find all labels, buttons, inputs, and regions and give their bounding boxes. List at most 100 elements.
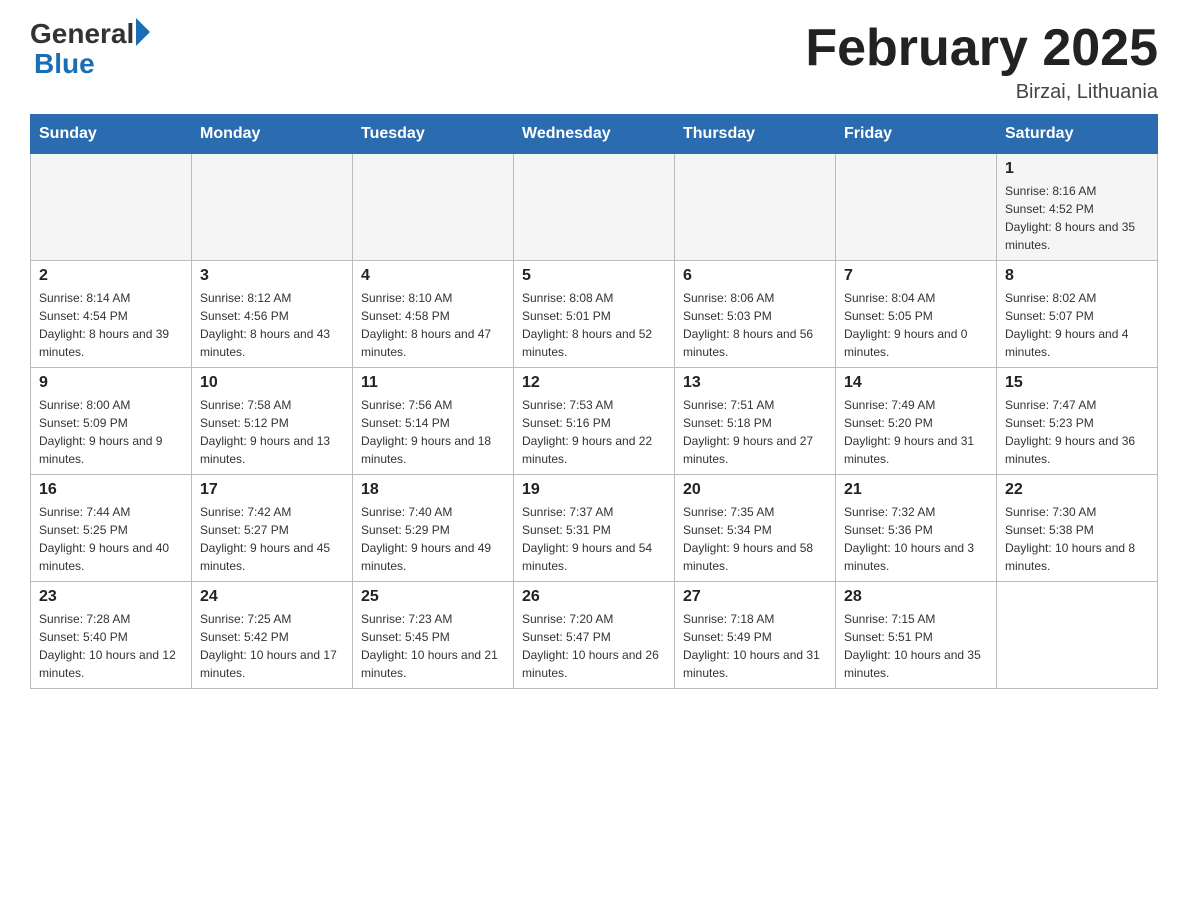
- day-info: Sunrise: 7:15 AMSunset: 5:51 PMDaylight:…: [844, 610, 988, 682]
- day-number: 14: [844, 374, 988, 392]
- day-info: Sunrise: 8:10 AMSunset: 4:58 PMDaylight:…: [361, 289, 505, 361]
- calendar-cell: 23 Sunrise: 7:28 AMSunset: 5:40 PMDayligh…: [31, 582, 192, 689]
- calendar-cell: 17 Sunrise: 7:42 AMSunset: 5:27 PMDayligh…: [192, 475, 353, 582]
- calendar-cell: [997, 582, 1158, 689]
- weekday-header-wednesday: Wednesday: [514, 115, 675, 154]
- logo-text: General: [30, 20, 150, 48]
- day-info: Sunrise: 8:06 AMSunset: 5:03 PMDaylight:…: [683, 289, 827, 361]
- day-info: Sunrise: 7:53 AMSunset: 5:16 PMDaylight:…: [522, 396, 666, 468]
- day-number: 25: [361, 588, 505, 606]
- day-info: Sunrise: 7:47 AMSunset: 5:23 PMDaylight:…: [1005, 396, 1149, 468]
- day-number: 24: [200, 588, 344, 606]
- week-row-3: 9 Sunrise: 8:00 AMSunset: 5:09 PMDaylight…: [31, 368, 1158, 475]
- calendar-cell: 12 Sunrise: 7:53 AMSunset: 5:16 PMDayligh…: [514, 368, 675, 475]
- logo-line2: Blue: [30, 48, 95, 80]
- month-title: February 2025: [805, 20, 1158, 77]
- day-number: 18: [361, 481, 505, 499]
- calendar-cell: 21Sunrise: 7:32 AMSunset: 5:36 PMDayligh…: [836, 475, 997, 582]
- calendar-cell: 7 Sunrise: 8:04 AMSunset: 5:05 PMDaylight…: [836, 261, 997, 368]
- logo: General Blue: [30, 20, 150, 80]
- day-number: 9: [39, 374, 183, 392]
- day-number: 2: [39, 267, 183, 285]
- day-info: Sunrise: 7:23 AMSunset: 5:45 PMDaylight:…: [361, 610, 505, 682]
- calendar-cell: 22 Sunrise: 7:30 AMSunset: 5:38 PMDayligh…: [997, 475, 1158, 582]
- calendar-cell: 3 Sunrise: 8:12 AMSunset: 4:56 PMDaylight…: [192, 261, 353, 368]
- week-row-2: 2Sunrise: 8:14 AMSunset: 4:54 PMDaylight…: [31, 261, 1158, 368]
- calendar-cell: [353, 154, 514, 261]
- calendar-cell: [675, 154, 836, 261]
- day-info: Sunrise: 8:08 AMSunset: 5:01 PMDaylight:…: [522, 289, 666, 361]
- calendar-table: SundayMondayTuesdayWednesdayThursdayFrid…: [30, 114, 1158, 689]
- day-info: Sunrise: 7:32 AMSunset: 5:36 PMDaylight:…: [844, 503, 988, 575]
- calendar-cell: [836, 154, 997, 261]
- calendar-cell: 13 Sunrise: 7:51 AMSunset: 5:18 PMDayligh…: [675, 368, 836, 475]
- day-number: 3: [200, 267, 344, 285]
- day-number: 8: [1005, 267, 1149, 285]
- day-number: 28: [844, 588, 988, 606]
- day-info: Sunrise: 7:58 AMSunset: 5:12 PMDaylight:…: [200, 396, 344, 468]
- calendar-cell: 24 Sunrise: 7:25 AMSunset: 5:42 PMDayligh…: [192, 582, 353, 689]
- calendar-cell: 8 Sunrise: 8:02 AMSunset: 5:07 PMDaylight…: [997, 261, 1158, 368]
- day-info: Sunrise: 7:20 AMSunset: 5:47 PMDaylight:…: [522, 610, 666, 682]
- day-number: 20: [683, 481, 827, 499]
- calendar-cell: [192, 154, 353, 261]
- calendar-cell: 16 Sunrise: 7:44 AMSunset: 5:25 PMDayligh…: [31, 475, 192, 582]
- day-number: 7: [844, 267, 988, 285]
- day-info: Sunrise: 7:42 AMSunset: 5:27 PMDaylight:…: [200, 503, 344, 575]
- day-info: Sunrise: 7:56 AMSunset: 5:14 PMDaylight:…: [361, 396, 505, 468]
- calendar-cell: 9 Sunrise: 8:00 AMSunset: 5:09 PMDaylight…: [31, 368, 192, 475]
- calendar-cell: 15Sunrise: 7:47 AMSunset: 5:23 PMDayligh…: [997, 368, 1158, 475]
- day-info: Sunrise: 7:40 AMSunset: 5:29 PMDaylight:…: [361, 503, 505, 575]
- calendar-cell: 11Sunrise: 7:56 AMSunset: 5:14 PMDayligh…: [353, 368, 514, 475]
- calendar-cell: 6Sunrise: 8:06 AMSunset: 5:03 PMDaylight…: [675, 261, 836, 368]
- day-info: Sunrise: 8:04 AMSunset: 5:05 PMDaylight:…: [844, 289, 988, 361]
- day-number: 13: [683, 374, 827, 392]
- day-number: 16: [39, 481, 183, 499]
- day-number: 27: [683, 588, 827, 606]
- day-info: Sunrise: 7:44 AMSunset: 5:25 PMDaylight:…: [39, 503, 183, 575]
- day-info: Sunrise: 8:02 AMSunset: 5:07 PMDaylight:…: [1005, 289, 1149, 361]
- calendar-cell: [514, 154, 675, 261]
- day-info: Sunrise: 7:28 AMSunset: 5:40 PMDaylight:…: [39, 610, 183, 682]
- calendar-cell: 28 Sunrise: 7:15 AMSunset: 5:51 PMDayligh…: [836, 582, 997, 689]
- page-header: General Blue February 2025 Birzai, Lithu…: [30, 20, 1158, 104]
- day-info: Sunrise: 7:30 AMSunset: 5:38 PMDaylight:…: [1005, 503, 1149, 575]
- day-number: 1: [1005, 160, 1149, 178]
- day-info: Sunrise: 7:18 AMSunset: 5:49 PMDaylight:…: [683, 610, 827, 682]
- calendar-cell: 14 Sunrise: 7:49 AMSunset: 5:20 PMDayligh…: [836, 368, 997, 475]
- calendar-cell: 20 Sunrise: 7:35 AMSunset: 5:34 PMDayligh…: [675, 475, 836, 582]
- calendar-cell: 25 Sunrise: 7:23 AMSunset: 5:45 PMDayligh…: [353, 582, 514, 689]
- logo-general: General: [30, 20, 134, 48]
- location: Birzai, Lithuania: [805, 81, 1158, 104]
- week-row-1: 1Sunrise: 8:16 AMSunset: 4:52 PMDaylight…: [31, 154, 1158, 261]
- day-number: 23: [39, 588, 183, 606]
- logo-arrow-icon: [136, 18, 150, 46]
- week-row-4: 16 Sunrise: 7:44 AMSunset: 5:25 PMDayligh…: [31, 475, 1158, 582]
- day-number: 10: [200, 374, 344, 392]
- weekday-header-friday: Friday: [836, 115, 997, 154]
- day-number: 22: [1005, 481, 1149, 499]
- weekday-header-saturday: Saturday: [997, 115, 1158, 154]
- calendar-cell: [31, 154, 192, 261]
- calendar-cell: 10 Sunrise: 7:58 AMSunset: 5:12 PMDayligh…: [192, 368, 353, 475]
- day-number: 12: [522, 374, 666, 392]
- weekday-header-thursday: Thursday: [675, 115, 836, 154]
- day-info: Sunrise: 7:35 AMSunset: 5:34 PMDaylight:…: [683, 503, 827, 575]
- title-section: February 2025 Birzai, Lithuania: [805, 20, 1158, 104]
- logo-blue: Blue: [34, 48, 95, 80]
- day-info: Sunrise: 8:12 AMSunset: 4:56 PMDaylight:…: [200, 289, 344, 361]
- day-number: 19: [522, 481, 666, 499]
- day-number: 26: [522, 588, 666, 606]
- day-number: 17: [200, 481, 344, 499]
- calendar-cell: 19Sunrise: 7:37 AMSunset: 5:31 PMDayligh…: [514, 475, 675, 582]
- day-info: Sunrise: 7:51 AMSunset: 5:18 PMDaylight:…: [683, 396, 827, 468]
- calendar-cell: 26 Sunrise: 7:20 AMSunset: 5:47 PMDayligh…: [514, 582, 675, 689]
- day-info: Sunrise: 7:25 AMSunset: 5:42 PMDaylight:…: [200, 610, 344, 682]
- day-info: Sunrise: 7:49 AMSunset: 5:20 PMDaylight:…: [844, 396, 988, 468]
- weekday-header-tuesday: Tuesday: [353, 115, 514, 154]
- day-info: Sunrise: 8:00 AMSunset: 5:09 PMDaylight:…: [39, 396, 183, 468]
- weekday-header-sunday: Sunday: [31, 115, 192, 154]
- weekday-header-monday: Monday: [192, 115, 353, 154]
- calendar-cell: 5Sunrise: 8:08 AMSunset: 5:01 PMDaylight…: [514, 261, 675, 368]
- weekday-header-row: SundayMondayTuesdayWednesdayThursdayFrid…: [31, 115, 1158, 154]
